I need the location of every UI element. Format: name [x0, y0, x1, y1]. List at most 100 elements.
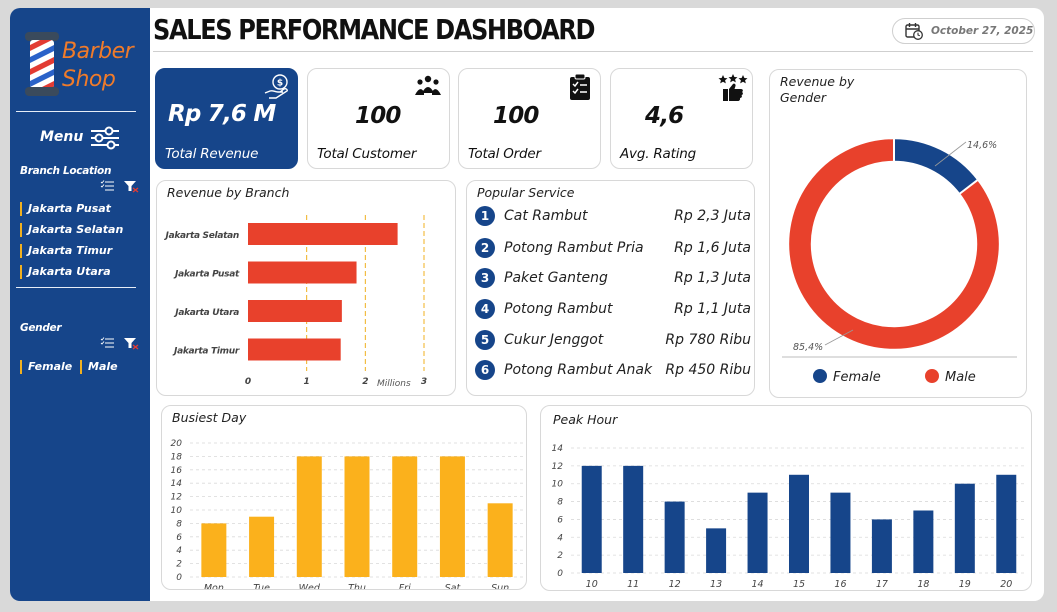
thumbs-up-stars-icon — [718, 74, 748, 101]
x-tick-label: 12 — [669, 579, 681, 590]
bar — [439, 456, 465, 577]
multi-select-icon[interactable] — [100, 337, 114, 348]
multi-select-icon[interactable] — [100, 180, 114, 191]
x-tick-label: Fri — [399, 583, 411, 589]
service-rank-badge: 5 — [475, 330, 495, 350]
menu-label: Menu — [40, 129, 84, 145]
branch-location-heading: Branch Location — [20, 165, 112, 177]
service-revenue: Rp 2,3 Juta — [674, 208, 751, 224]
y-tick-label: 10 — [552, 480, 564, 490]
branch-slicer-tools — [100, 180, 139, 193]
service-item: 2 Potong Rambut Pria Rp 1,6 Juta — [475, 237, 751, 259]
service-name: Cukur Jenggot — [504, 332, 604, 348]
x-tick-label: 19 — [959, 579, 971, 590]
x-tick-label: 2 — [362, 377, 368, 387]
sidebar: Barber Shop Menu Branch Location Jakarta… — [10, 8, 150, 601]
category-label: Jakarta Timur — [172, 347, 240, 357]
y-tick-label: 14 — [171, 479, 183, 489]
service-revenue: Rp 780 Ribu — [665, 332, 751, 348]
users-group-icon — [415, 75, 441, 95]
kpi-avg-rating: 4,6 Avg. Rating — [610, 68, 753, 169]
bar — [248, 300, 342, 322]
donut-slice — [893, 139, 978, 194]
x-tick-label: 0 — [245, 377, 251, 387]
service-name: Potong Rambut Pria — [504, 240, 644, 256]
service-revenue: Rp 1,6 Juta — [674, 240, 751, 256]
service-item: 6 Potong Rambut Anak Rp 450 Ribu — [475, 359, 751, 381]
peak-hour-card: Peak Hour 0 2 4 6 8 10 12 14 10 11 12 13 14 15 16 17 18 1… — [540, 405, 1032, 591]
busiest-day-chart: 0 2 4 6 8 10 12 14 16 18 20 Mon Tue Wed Thu Fri Sat Sun — [171, 439, 524, 589]
revenue-by-branch-card: Revenue by Branch 0 1 2 3 Millions Jakarta Se… — [156, 180, 456, 396]
kpi-total-revenue: $ Rp 7,6 M Total Revenue — [155, 68, 298, 169]
x-tick-label: 10 — [586, 579, 598, 590]
sidebar-divider — [16, 287, 136, 288]
kpi-total-customer: 100 Total Customer — [307, 68, 450, 169]
y-tick-label: 6 — [557, 515, 563, 525]
revenue-by-gender-card: Revenue by Gender 14,6% 85,4% Female Male — [769, 69, 1027, 398]
legend-marker — [813, 369, 827, 383]
service-name: Cat Rambut — [504, 208, 588, 224]
kpi-value: 4,6 — [645, 103, 684, 129]
kpi-value: 100 — [493, 103, 539, 129]
gender-slicer-tools — [100, 337, 139, 350]
x-tick-label: Mon — [204, 583, 224, 589]
y-tick-label: 0 — [176, 573, 182, 583]
date-display: October 27, 2025 — [892, 18, 1035, 44]
x-tick-label: 11 — [627, 579, 639, 590]
kpi-label: Total Customer — [317, 146, 417, 162]
data-label: 85,4% — [793, 342, 823, 353]
y-tick-label: 0 — [557, 569, 563, 579]
category-label: Jakarta Utara — [173, 308, 239, 318]
service-rank-badge: 4 — [475, 299, 495, 319]
clipboard-check-icon — [570, 73, 590, 100]
x-tick-label: 3 — [421, 377, 427, 387]
x-tick-label: 17 — [876, 579, 888, 590]
service-name: Potong Rambut — [504, 301, 613, 317]
y-tick-label: 16 — [171, 466, 183, 476]
bar — [623, 465, 644, 573]
slicer-branch-jakarta-selatan[interactable]: Jakarta Selatan — [20, 223, 123, 237]
title-underline — [153, 51, 1033, 52]
busiest-day-card: Busiest Day 0 2 4 6 8 10 12 14 16 18 20 Mon Tue Wed Th… — [161, 405, 527, 590]
service-rank-badge: 2 — [475, 238, 495, 258]
x-tick-label: 20 — [1000, 579, 1012, 590]
kpi-label: Total Revenue — [165, 146, 259, 162]
legend-label: Female — [833, 370, 881, 385]
bar — [344, 456, 370, 577]
bar — [487, 503, 513, 577]
clear-filter-icon[interactable] — [124, 181, 139, 193]
axis-unit-label: Millions — [377, 379, 411, 389]
kpi-label: Avg. Rating — [620, 146, 696, 162]
slicer-gender-male[interactable]: Male — [80, 360, 118, 374]
bar — [392, 456, 418, 577]
x-tick-label: Wed — [299, 583, 321, 589]
sidebar-divider — [16, 111, 136, 112]
bar — [830, 492, 851, 573]
service-rank-badge: 6 — [475, 360, 495, 380]
slicer-gender-female[interactable]: Female — [20, 360, 72, 374]
service-revenue: Rp 1,3 Juta — [674, 270, 751, 286]
bar — [789, 474, 809, 573]
bar — [954, 483, 975, 573]
service-rank-badge: 1 — [475, 206, 495, 226]
bar — [201, 523, 227, 577]
page-title: SALES PERFORMANCE DASHBOARD — [153, 13, 596, 46]
clear-filter-icon[interactable] — [124, 338, 139, 350]
bar — [913, 510, 934, 573]
bar — [296, 456, 322, 577]
slicer-branch-jakarta-pusat[interactable]: Jakarta Pusat — [20, 202, 111, 216]
service-rank-badge: 3 — [475, 268, 495, 288]
x-tick-label: Sat — [445, 583, 462, 589]
peak-hour-chart: 0 2 4 6 8 10 12 14 10 11 12 13 14 15 16 17 18 19 20 — [552, 444, 1027, 590]
menu-button[interactable]: Menu — [40, 126, 130, 150]
category-label: Jakarta Pusat — [173, 270, 240, 280]
bar — [871, 519, 892, 573]
slicer-branch-jakarta-utara[interactable]: Jakarta Utara — [20, 265, 111, 279]
y-tick-label: 20 — [171, 439, 183, 449]
service-item: 4 Potong Rambut Rp 1,1 Juta — [475, 298, 751, 320]
bar — [249, 516, 275, 577]
x-tick-label: 16 — [834, 579, 846, 590]
slicer-branch-jakarta-timur[interactable]: Jakarta Timur — [20, 244, 112, 258]
x-tick-label: Tue — [253, 583, 270, 589]
bar — [248, 338, 341, 361]
